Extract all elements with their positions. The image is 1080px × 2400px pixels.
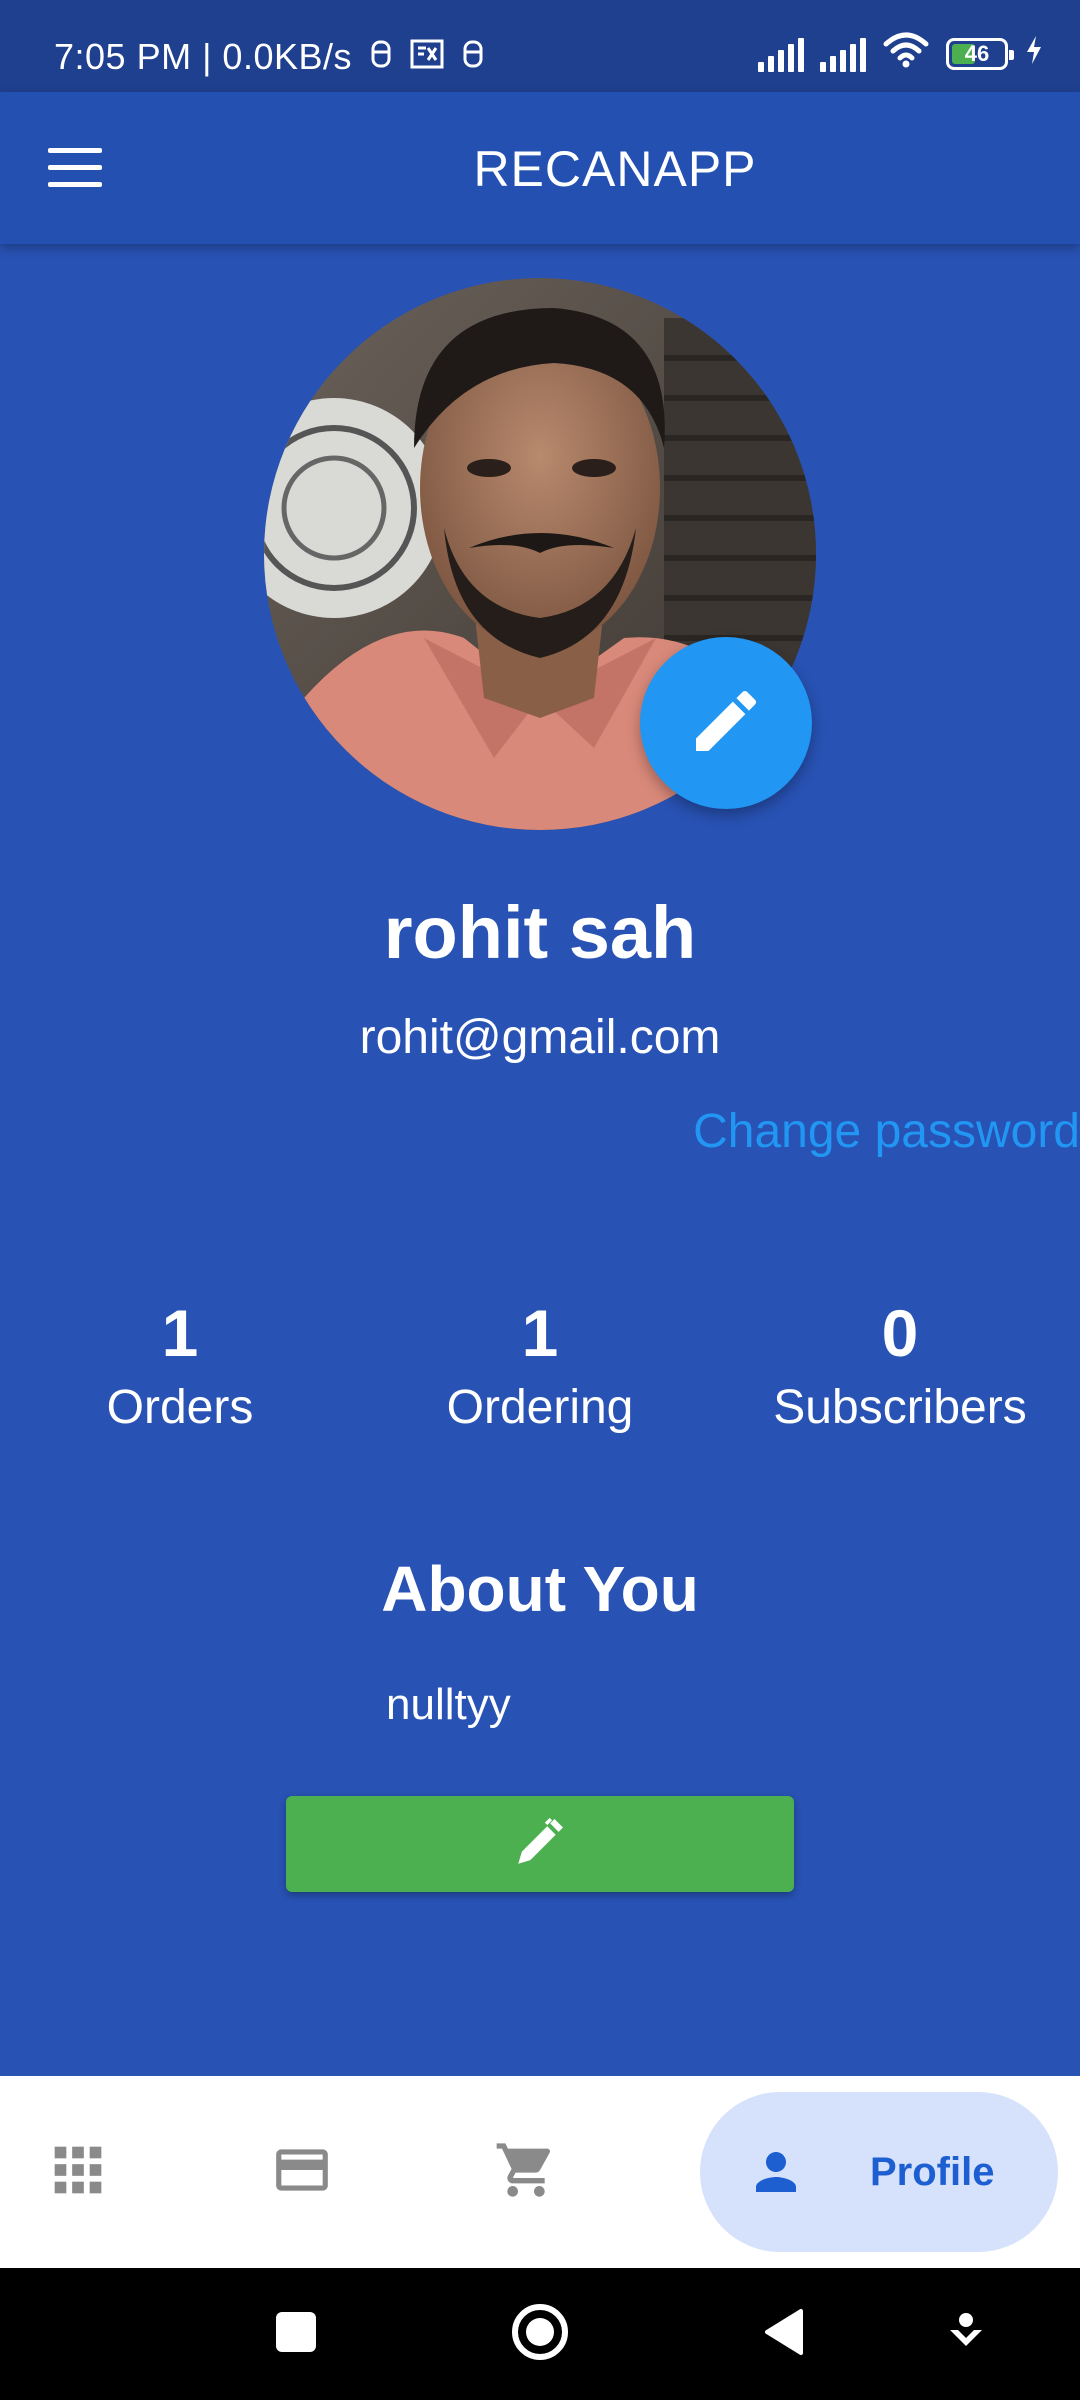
- stat-subscribers: 0 Subscribers: [720, 1300, 1080, 1435]
- notification-icon: [462, 36, 484, 78]
- pencil-icon: [686, 681, 766, 766]
- status-bar: 7:05 PM | 0.0KB/s 46: [0, 0, 1080, 92]
- home-button[interactable]: [504, 2298, 576, 2370]
- status-left: 7:05 PM | 0.0KB/s: [54, 36, 484, 78]
- pen-icon: [511, 1813, 569, 1876]
- notification-icon: [410, 36, 444, 78]
- apps-grid-icon: [50, 2142, 106, 2203]
- change-password-link[interactable]: Change password: [693, 1104, 1080, 1159]
- stat-count: 1: [161, 1296, 199, 1370]
- user-name: rohit sah: [383, 891, 697, 974]
- user-email: rohit@gmail.com: [359, 1011, 721, 1064]
- battery-level: 46: [964, 40, 990, 66]
- cart-icon: [494, 2138, 558, 2207]
- charging-icon: [1024, 33, 1044, 75]
- battery-tip: [1009, 49, 1014, 60]
- stat-ordering: 1 Ordering: [360, 1300, 720, 1435]
- battery-icon: 46: [946, 37, 1014, 70]
- nav-profile[interactable]: Profile: [700, 2092, 1058, 2252]
- status-right: 46: [758, 30, 1044, 77]
- system-nav-bar: [0, 2268, 1080, 2400]
- stat-count: 0: [881, 1296, 919, 1370]
- signal-icon: [758, 36, 804, 72]
- recents-button[interactable]: [260, 2298, 332, 2370]
- stat-label: Orders: [106, 1381, 254, 1434]
- edit-avatar-button[interactable]: [640, 637, 812, 809]
- home-circle-icon: [510, 2302, 570, 2367]
- person-icon: [728, 2124, 824, 2220]
- stat-label: Subscribers: [773, 1381, 1027, 1434]
- app-title: RECANAPP: [473, 141, 757, 197]
- bottom-nav: Profile: [0, 2076, 1080, 2268]
- chevron-down-icon: [946, 2310, 986, 2359]
- stat-count: 1: [521, 1296, 559, 1370]
- nav-profile-label: Profile: [870, 2149, 995, 2194]
- stat-label: Ordering: [446, 1381, 634, 1434]
- wifi-icon: [882, 30, 930, 77]
- signal-icon: [820, 36, 866, 72]
- status-time: 7:05 PM | 0.0KB/s: [54, 36, 352, 77]
- stat-orders: 1 Orders: [0, 1300, 360, 1435]
- back-button[interactable]: [748, 2298, 820, 2370]
- square-icon: [274, 2310, 318, 2359]
- nav-apps[interactable]: [30, 2124, 126, 2220]
- edit-about-button[interactable]: [286, 1796, 794, 1892]
- back-triangle-icon: [761, 2307, 807, 2362]
- nav-cart[interactable]: [478, 2124, 574, 2220]
- about-heading: About You: [381, 1553, 699, 1625]
- notification-icon: [370, 36, 392, 78]
- about-text: nulltyy: [386, 1680, 511, 1729]
- nav-card[interactable]: [254, 2124, 350, 2220]
- expand-button[interactable]: [930, 2298, 1002, 2370]
- app-bar: RECANAPP: [0, 92, 1080, 244]
- credit-card-icon: [271, 2139, 333, 2206]
